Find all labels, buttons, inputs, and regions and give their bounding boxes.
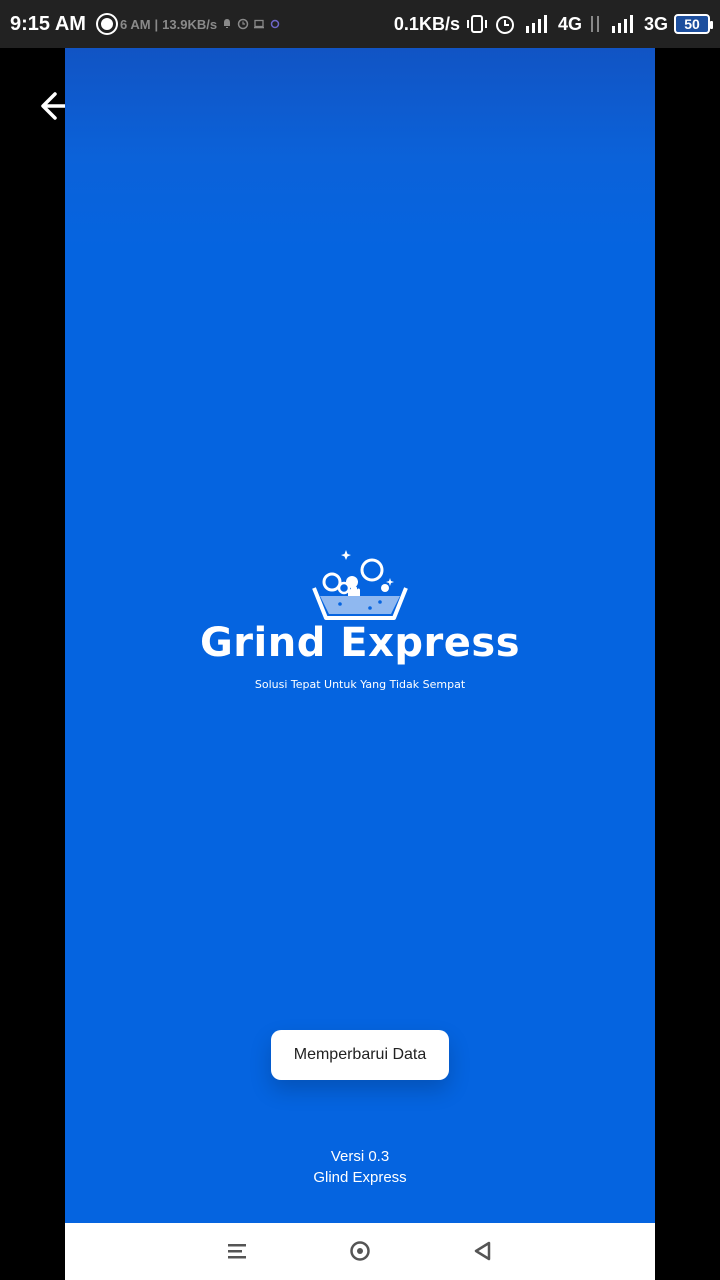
triangle-back-icon — [474, 1241, 491, 1261]
brand-tagline: Solusi Tepat Untuk Yang Tidak Sempat — [254, 678, 466, 691]
record-icon — [97, 15, 116, 33]
network-type-2: 3G — [643, 13, 668, 34]
logo-block: Grind Express Solusi Tepat Untuk Yang Ti… — [65, 548, 655, 691]
status-time: 9:15 AM — [10, 12, 86, 35]
home-circle-icon — [350, 1241, 370, 1261]
letterbox-left — [0, 48, 65, 1280]
laundry-basket-bubbles-icon — [312, 550, 408, 620]
signal-icon-2 — [611, 15, 633, 33]
nav-menu-button[interactable] — [225, 1239, 249, 1263]
circle-icon — [270, 19, 280, 29]
inner-speed: 13.9KB/s — [162, 16, 218, 32]
inner-time: 6 AM — [119, 16, 151, 32]
inner-status-overlay: 6 AM | 13.9KB/s — [97, 15, 281, 33]
battery-icon: 50 — [674, 14, 713, 34]
network-speed: 0.1KB/s — [393, 13, 460, 34]
network-type-1: 4G — [557, 13, 582, 34]
nav-back-button[interactable] — [471, 1239, 495, 1263]
nav-home-button[interactable] — [348, 1239, 372, 1263]
letterbox-right — [655, 48, 720, 1280]
status-right: 0.1KB/s 4G 3G 50 — [393, 13, 713, 35]
clock-icon — [237, 18, 249, 30]
menu-icon — [228, 1244, 246, 1259]
data-arrows-icon — [590, 16, 599, 32]
system-nav-bar — [65, 1223, 655, 1280]
signal-icon-1 — [525, 15, 547, 33]
footer-app-name: Glind Express — [313, 1169, 407, 1186]
version-info: Versi 0.3 Glind Express — [65, 1146, 655, 1188]
alarm-icon — [495, 16, 514, 34]
bell-icon — [224, 19, 231, 28]
version-label: Versi 0.3 — [330, 1148, 390, 1165]
inner-separator: | — [154, 16, 159, 32]
update-data-button[interactable]: Memperbarui Data — [271, 1030, 449, 1080]
brand-name: Grind Express — [199, 620, 521, 666]
laptop-icon — [254, 19, 265, 29]
vibrate-icon — [466, 15, 487, 33]
status-bar: 9:15 AM 6 AM | 13.9KB/s 0.1KB/s 4G 3G 50 — [0, 0, 720, 48]
splash-screen: Grind Express Solusi Tepat Untuk Yang Ti… — [65, 48, 655, 1223]
